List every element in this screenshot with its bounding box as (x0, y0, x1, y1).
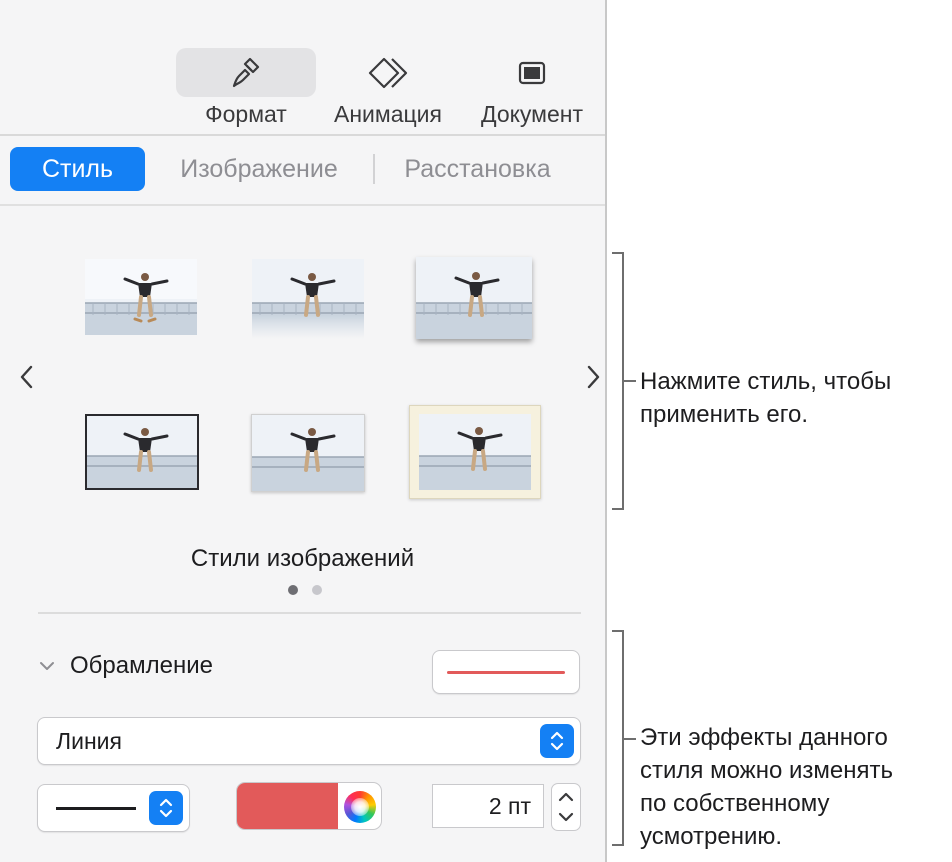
styles-callout-text: Нажмите стиль, чтобы применить его. (640, 365, 891, 431)
chevron-down-icon (40, 662, 54, 670)
document-tab-button[interactable]: Документ (462, 48, 602, 128)
border-width-field[interactable]: 2 пт (432, 784, 544, 828)
select-arrows-icon (540, 724, 574, 758)
section-divider (38, 612, 581, 614)
image-style-6[interactable] (409, 405, 541, 499)
border-color-well[interactable] (236, 782, 382, 830)
inspector-tabs: Стиль Изображение Расстановка (10, 146, 580, 192)
line-style-select[interactable] (37, 784, 190, 832)
select-arrows-icon (149, 791, 183, 825)
document-icon (462, 48, 602, 97)
tab-image[interactable]: Изображение (145, 147, 373, 191)
effects-callout-line-4: усмотрению. (640, 823, 783, 850)
document-label: Документ (480, 101, 584, 127)
border-color-fill[interactable] (237, 783, 338, 829)
animation-tab-button[interactable]: Анимация (318, 48, 458, 128)
image-style-2[interactable] (252, 259, 364, 339)
styles-callout-tick (624, 380, 636, 382)
effects-callout-line-3: по собственному (640, 790, 830, 817)
image-style-1[interactable] (85, 259, 197, 335)
effects-callout-text: Эти эффекты данного стиля можно изменять… (640, 721, 893, 853)
increment-arrow-icon (558, 792, 574, 802)
line-style-preview (56, 807, 136, 810)
effects-callout-tick (624, 738, 636, 740)
page-dot-2[interactable] (312, 585, 322, 595)
image-style-3[interactable] (416, 257, 532, 339)
border-section-header[interactable]: Обрамление (38, 652, 213, 680)
chevron-left-icon (20, 365, 33, 389)
page-indicator[interactable] (288, 585, 322, 595)
styles-callout-line-2: применить его. (640, 401, 809, 428)
page-dot-1[interactable] (288, 585, 298, 595)
border-width-value: 2 пт (488, 792, 531, 819)
border-type-select[interactable]: Линия (37, 717, 581, 765)
format-tab-button[interactable]: Формат (176, 48, 316, 128)
border-style-swatch[interactable] (432, 650, 580, 694)
styles-callout-bracket (612, 252, 624, 510)
border-type-value: Линия (56, 727, 122, 754)
image-styles-title: Стили изображений (190, 545, 415, 572)
previous-styles-button[interactable] (12, 357, 42, 397)
tab-arrange[interactable]: Расстановка (375, 147, 580, 191)
border-width-stepper[interactable] (551, 783, 581, 831)
format-sidebar: Формат Анимация Документ Стиль Изображен… (0, 0, 607, 862)
image-style-5[interactable] (251, 414, 365, 492)
animation-label: Анимация (334, 101, 442, 127)
next-styles-button[interactable] (578, 357, 608, 397)
image-style-4[interactable] (85, 414, 199, 490)
animation-diamond-icon (318, 48, 458, 97)
color-wheel-icon[interactable] (344, 791, 376, 823)
effects-callout-bracket (612, 630, 624, 846)
paintbrush-icon (176, 48, 316, 97)
styles-callout-line-1: Нажмите стиль, чтобы (640, 368, 892, 395)
effects-callout-line-1: Эти эффекты данного (640, 724, 888, 751)
tabs-divider (0, 204, 605, 206)
effects-callout-line-2: стиля можно изменять (640, 757, 893, 784)
border-preview-line (447, 671, 565, 674)
decrement-arrow-icon (558, 812, 574, 822)
tab-style[interactable]: Стиль (10, 147, 145, 191)
chevron-right-icon (587, 365, 600, 389)
format-label: Формат (205, 101, 287, 127)
border-label: Обрамление (70, 652, 213, 679)
sidebar-toolbar: Формат Анимация Документ (0, 0, 605, 136)
